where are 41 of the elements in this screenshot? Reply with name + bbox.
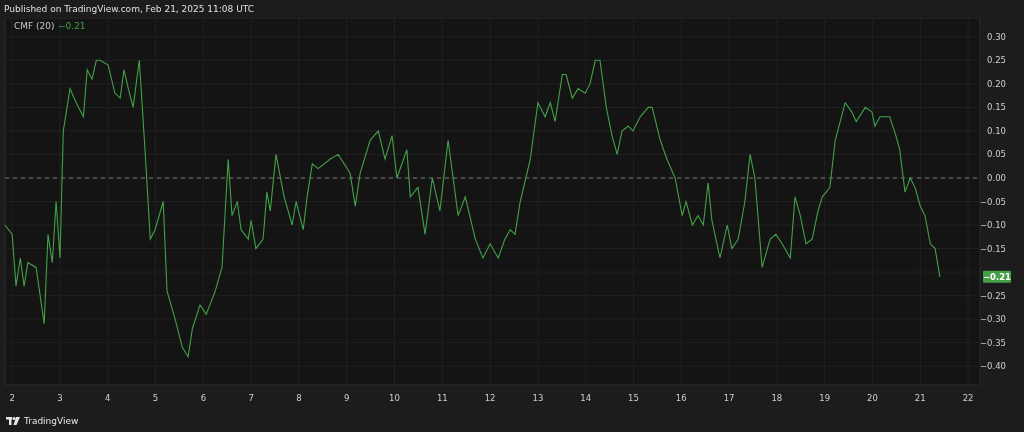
- time-axis-label: 6: [200, 393, 207, 403]
- price-axis-label: −0.05: [979, 196, 1006, 207]
- time-axis-label: 4: [105, 393, 111, 403]
- logo-icon: [6, 417, 20, 425]
- time-axis-label: 14: [580, 393, 592, 403]
- time-axis-label: 3: [57, 393, 63, 403]
- price-axis-label: −0.30: [979, 314, 1006, 325]
- last-value-badge: −0.21: [982, 270, 1012, 283]
- price-axis-label: 0.05: [987, 149, 1006, 160]
- price-axis-label: 0.30: [987, 31, 1006, 42]
- price-axis-label: 0.20: [987, 78, 1006, 89]
- time-axis-label: 15: [628, 393, 639, 403]
- time-axis-label: 12: [484, 393, 496, 403]
- time-axis-label: 5: [152, 393, 159, 403]
- time-axis-label: 7: [248, 393, 254, 403]
- price-axis-label: −0.15: [979, 243, 1006, 254]
- price-axis-label: 0.15: [987, 102, 1006, 113]
- time-axis-label: 16: [675, 393, 687, 403]
- time-axis-label: 8: [296, 393, 302, 403]
- time-axis-label: 20: [867, 393, 878, 403]
- price-axis-label: 0.25: [987, 55, 1006, 66]
- time-axis-label: 19: [819, 393, 831, 403]
- published-caption: Published on TradingView.com, Feb 21, 2025 11:08 UTC: [4, 4, 254, 14]
- price-axis-label: 0.00: [987, 172, 1006, 183]
- brand-name: TradingView: [24, 416, 79, 426]
- price-axis-label: −0.10: [979, 220, 1006, 231]
- price-axis-label: −0.40: [979, 361, 1006, 372]
- time-axis-label: 11: [436, 393, 448, 403]
- price-axis-label: −0.35: [979, 337, 1006, 348]
- time-axis-label: 10: [389, 393, 400, 403]
- time-axis-label: 9: [344, 393, 350, 403]
- time-axis-label: 18: [771, 393, 783, 403]
- time-axis-label: 21: [914, 393, 926, 403]
- indicator-name: CMF (20): [14, 21, 55, 31]
- time-axis-label: 22: [962, 393, 974, 403]
- time-axis-label: 13: [532, 393, 544, 403]
- indicator-value: −0.21: [58, 21, 86, 31]
- price-axis-label: −0.25: [979, 290, 1006, 301]
- time-axis-label: 17: [723, 393, 735, 403]
- time-axis-label: 2: [9, 393, 15, 403]
- price-axis-label: 0.10: [987, 125, 1006, 136]
